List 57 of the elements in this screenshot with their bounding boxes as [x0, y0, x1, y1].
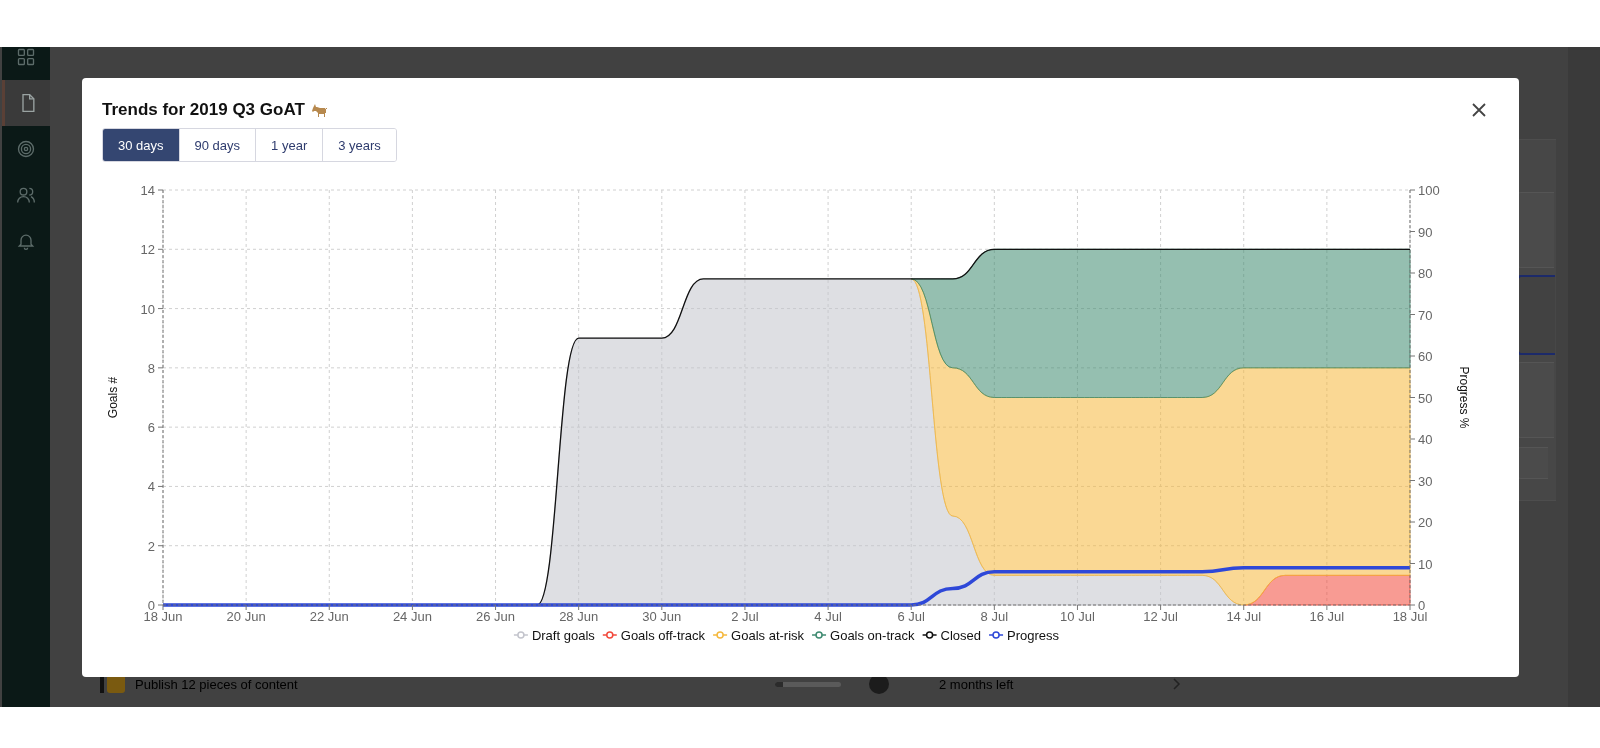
axis-tick-label: 28 Jun [559, 609, 599, 624]
legend-item[interactable]: Goals off-track [602, 627, 706, 643]
axis-tick-label: 8 [147, 360, 155, 376]
axis-tick-label: 2 Jul [731, 609, 759, 624]
axis-tick-label: 16 Jul [1309, 609, 1345, 624]
grid-icon [16, 47, 36, 67]
legend-label: Draft goals [531, 627, 596, 643]
axis-tick-label: 10 [1418, 556, 1433, 572]
legend-item[interactable]: Closed [921, 627, 982, 643]
progress-bar [775, 681, 841, 687]
goal-title: Publish 12 pieces of content [135, 676, 299, 692]
axis-tick-label: 30 Jun [642, 609, 682, 624]
axis-tick-label: 26 Jun [476, 609, 516, 624]
axis-tick-label: 50 [1418, 390, 1433, 406]
axis-tick-label: 30 [1418, 473, 1433, 489]
axis-title: Goals # [106, 376, 120, 419]
chevron-icon [1171, 678, 1181, 690]
axis-tick-label: 4 [147, 479, 155, 495]
axis-tick-label: 100 [1418, 183, 1440, 198]
legend-item[interactable]: Goals at-risk [712, 627, 805, 643]
axis-tick-label: 12 Jul [1143, 609, 1178, 624]
axis-tick-label: 60 [1418, 349, 1433, 364]
axis-tick-label: 8 Jul [980, 609, 1009, 624]
axis-tick-label: 4 Jul [814, 609, 842, 624]
axis-tick-label: 80 [1418, 266, 1433, 281]
legend-label: Progress [1007, 627, 1060, 643]
legend-item[interactable]: Progress [988, 627, 1060, 643]
range-tab[interactable]: 30 days [103, 129, 180, 161]
axis-tick-label: 24 Jun [392, 609, 432, 624]
axis-tick-label: 14 [140, 183, 155, 198]
goat-icon [309, 102, 328, 118]
axis-tick-label: 6 Jul [897, 609, 925, 624]
axis-tick-label: 10 [140, 301, 155, 317]
legend-label: Goals off-track [620, 627, 706, 643]
axis-tick-label: 6 [147, 420, 155, 436]
axis-tick-label: 10 Jul [1060, 609, 1095, 624]
axis-tick-label: 12 [140, 242, 155, 258]
axis-tick-label: 70 [1418, 307, 1433, 323]
modal-title: Trends for 2019 Q3 GoAT [102, 100, 328, 120]
legend-label: Closed [940, 627, 982, 643]
axis-tick-label: 40 [1418, 432, 1433, 447]
legend-label: Goals on-track [830, 627, 916, 643]
axis-tick-label: 22 Jun [309, 609, 349, 624]
legend-item[interactable]: Draft goals [513, 627, 595, 643]
time-left: 2 months left [939, 676, 1015, 692]
target-icon [16, 139, 36, 159]
scrollbar-track[interactable] [1568, 47, 1600, 707]
legend-label: Goals at-risk [731, 627, 805, 643]
legend-item[interactable]: Goals on-track [811, 627, 915, 643]
people-icon [16, 185, 36, 205]
axis-title: Progress % [1457, 366, 1471, 429]
axis-tick-label: 20 Jun [226, 609, 266, 624]
axis-tick-label: 2 [147, 538, 155, 554]
axis-tick-label: 20 [1418, 515, 1433, 530]
axis-tick-label: 14 Jul [1226, 609, 1262, 624]
sidebar-item[interactable] [2, 80, 50, 126]
axis-tick-label: 90 [1418, 224, 1433, 240]
